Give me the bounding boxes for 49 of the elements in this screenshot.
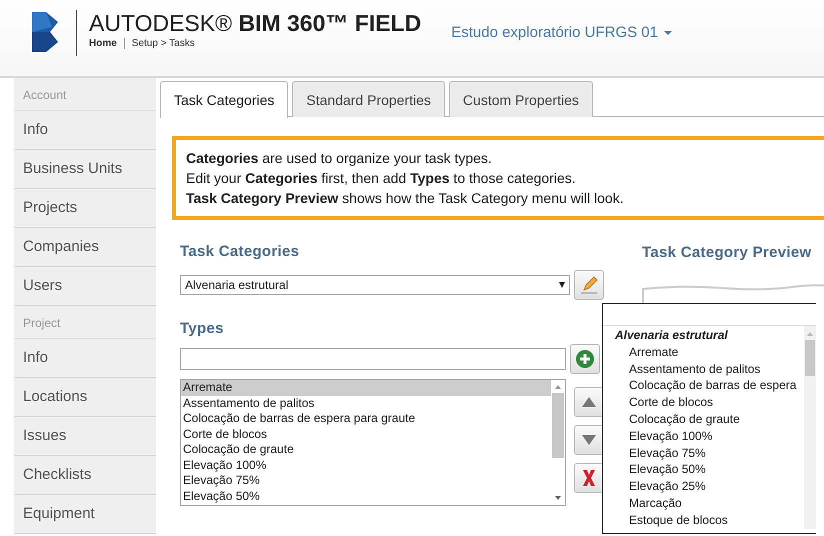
dropdown-option[interactable]: Colocação de graute <box>615 410 804 428</box>
sidebar-item[interactable]: Users <box>14 267 156 306</box>
breadcrumb-text: Setup > Tasks <box>132 37 195 51</box>
notice-text: Task Category Preview shows how the Task Category menu will look. <box>186 189 625 208</box>
dropdown-option[interactable]: Elevação 25% <box>615 478 804 495</box>
sidebar-item[interactable]: Business Units <box>14 150 156 189</box>
list-item[interactable]: Colocação de graute <box>181 442 551 458</box>
sidebar-item[interactable]: Checklists <box>14 456 156 495</box>
project-dropdown[interactable]: Estudo exploratório UFRGS 01 <box>451 22 658 44</box>
product-title: AUTODESK® BIM 360™ FIELD <box>89 10 422 36</box>
list-item[interactable]: Elevação 100% <box>181 458 551 473</box>
list-item[interactable]: Colocação de barras de espera para graute <box>181 411 551 426</box>
sidebar-item[interactable]: Equipment <box>14 495 156 534</box>
preview-dropdown[interactable]: Alvenaria estrutural Arremate Assentamento de palitos Colocação de barras de espera Corte de blocos Colocação de graute Elevação 100% Elevação 75% Elevação 50% Elevação 25% Marcação Estoque de blocos <box>602 303 816 534</box>
sidebar-item[interactable]: Companies <box>14 228 156 267</box>
notice-text: Edit your Categories first, then add Types to those categories. <box>186 169 577 188</box>
tab[interactable]: Custom Properties <box>448 81 593 117</box>
tab[interactable]: Task Categories <box>160 81 288 118</box>
section-label: Account <box>14 78 156 111</box>
sidebar-item[interactable]: Info <box>14 111 156 150</box>
list-item[interactable]: Elevação 50% <box>181 488 551 504</box>
dropdown-option[interactable]: Arremate <box>615 344 804 361</box>
select-value: Alvenaria estrutural <box>185 276 288 294</box>
dropdown-option[interactable]: Estoque de blocos <box>615 512 804 529</box>
dropdown-option[interactable]: Elevação 100% <box>615 428 804 445</box>
sidebar-item[interactable]: Locations <box>14 378 156 417</box>
notice-text: Categories are used to organize your task types. <box>186 149 493 168</box>
preview-heading: Task Category Preview <box>642 243 812 263</box>
dropdown-option[interactable]: Colocação de barras de espera <box>615 377 804 394</box>
dropdown-option[interactable]: Elevação 75% <box>615 444 804 462</box>
list-item[interactable]: Elevação 75% <box>181 473 551 488</box>
sidebar-item[interactable]: Issues <box>14 417 156 456</box>
dropdown-option[interactable]: Corte de blocos <box>615 394 804 411</box>
tab[interactable]: Standard Properties <box>292 81 445 117</box>
category-select[interactable]: Alvenaria estrutural <box>180 274 570 294</box>
types-list[interactable]: Arremate Assentamento de palitos Colocação de barras de espera para graute Corte de blocos Colocação de graute Elevação 100% Elevação 75% Elevação 50% <box>180 379 566 506</box>
dropdown-group-label: Alvenaria estrutural <box>615 327 729 344</box>
dropdown-option[interactable]: Elevação 50% <box>615 461 804 478</box>
home-link[interactable]: Home <box>89 36 117 51</box>
section-heading: Task Categories <box>180 242 300 262</box>
list-item[interactable]: Corte de blocos <box>181 426 551 442</box>
list-item[interactable]: Assentamento de palitos <box>181 396 551 411</box>
sidebar-item[interactable]: Info <box>14 339 156 378</box>
dropdown-option[interactable]: Marcação <box>615 494 804 512</box>
dropdown-option[interactable]: Assentamento de palitos <box>615 360 804 378</box>
list-item[interactable]: Arremate <box>181 380 551 396</box>
sidebar-item[interactable]: Projects <box>14 189 156 228</box>
section-label: Project <box>14 306 156 339</box>
section-heading: Types <box>180 318 224 338</box>
